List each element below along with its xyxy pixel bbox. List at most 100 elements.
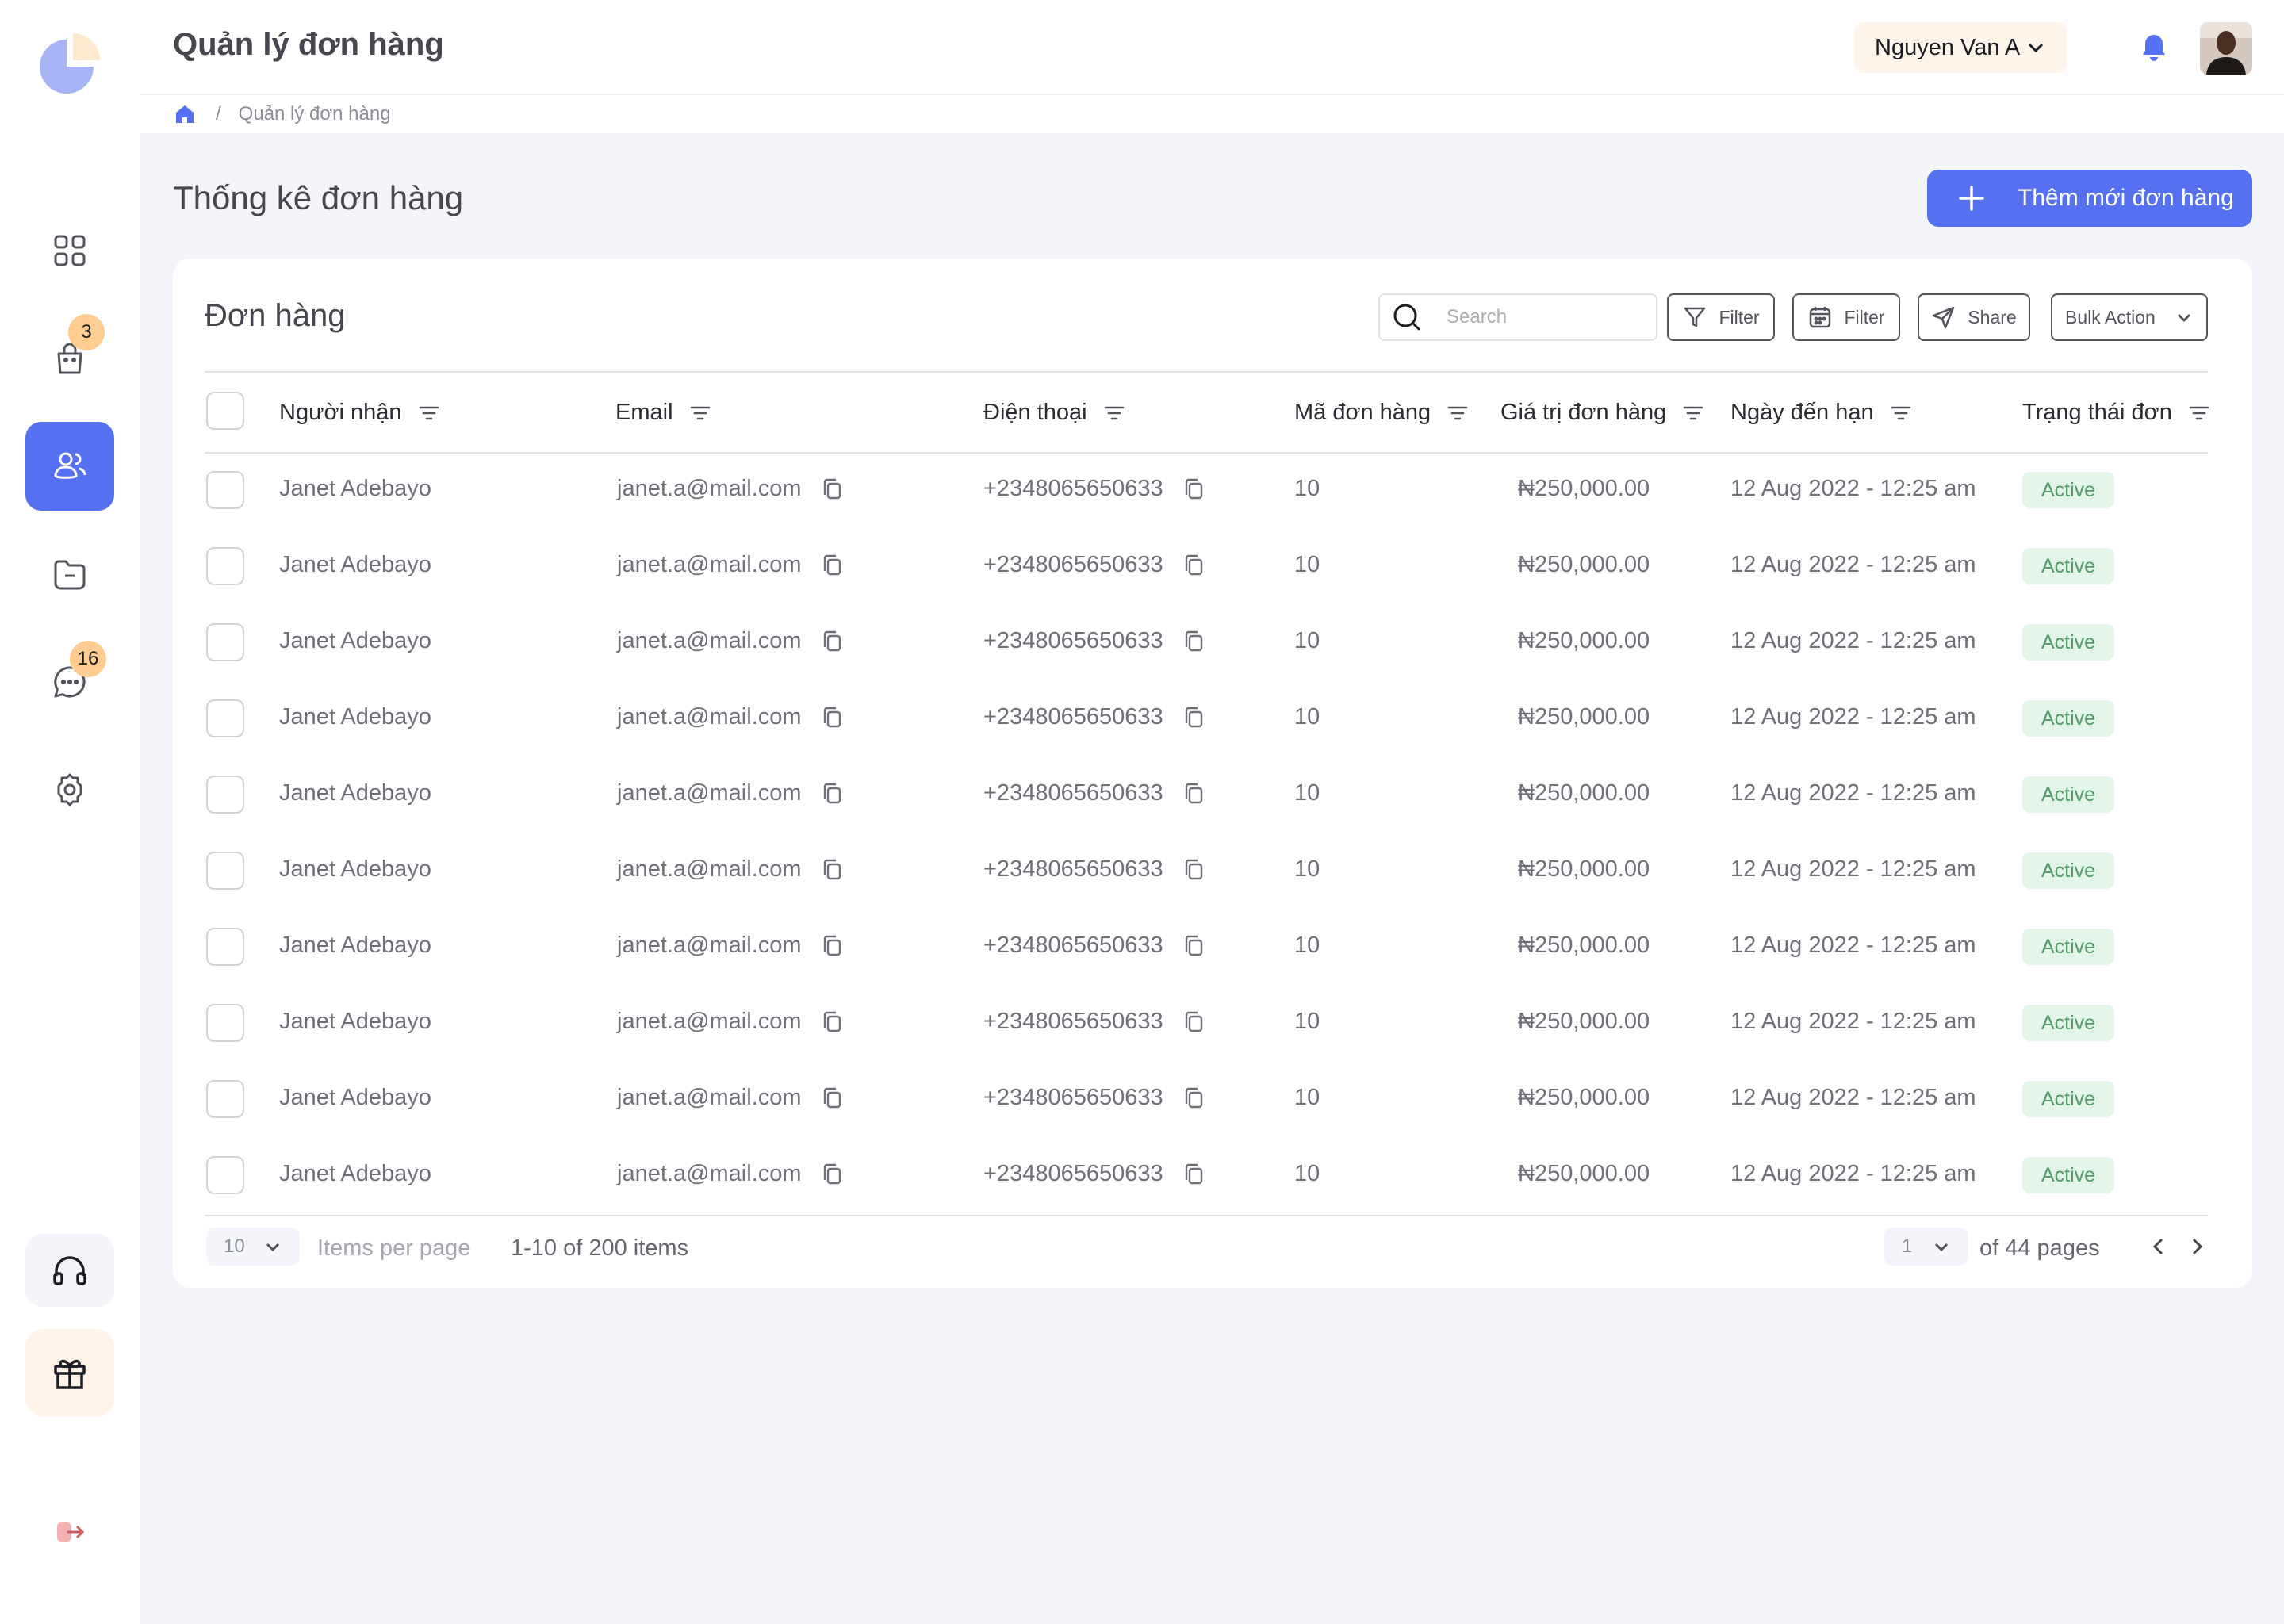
add-order-button[interactable]: Thêm mới đơn hàng	[1927, 170, 2252, 227]
row-checkbox[interactable]	[206, 471, 244, 509]
row-checkbox[interactable]	[206, 623, 244, 661]
order-value: ₦250,000.00	[1518, 1161, 1650, 1186]
gift-button[interactable]	[25, 1329, 114, 1416]
col-due-date[interactable]: Ngày đến hạn	[1730, 400, 1912, 426]
column-label: Người nhận	[279, 400, 402, 425]
nav-dashboard[interactable]	[25, 206, 114, 295]
next-page-icon[interactable]	[2182, 1232, 2211, 1261]
table-title: Đơn hàng	[205, 298, 346, 333]
order-id: 10	[1294, 476, 1320, 501]
row-checkbox[interactable]	[206, 776, 244, 814]
recipient-name: Janet Adebayo	[279, 1009, 431, 1034]
col-recipient[interactable]: Người nhận	[279, 400, 440, 426]
nav-customers[interactable]	[25, 422, 114, 511]
col-status[interactable]: Trạng thái đơn	[2022, 400, 2210, 426]
filter-icon	[1684, 307, 1706, 327]
sort-filter-icon[interactable]	[1447, 404, 1469, 423]
order-id: 10	[1294, 1161, 1320, 1186]
phone-cell: +2348065650633	[983, 1161, 1205, 1187]
status-badge: Active	[2022, 1081, 2114, 1117]
recipient-name: Janet Adebayo	[279, 856, 431, 882]
row-checkbox[interactable]	[206, 699, 244, 737]
filter-button[interactable]: Filter	[1667, 293, 1775, 341]
copy-icon[interactable]	[821, 706, 843, 730]
sort-filter-icon[interactable]	[1682, 404, 1704, 423]
date-filter-button[interactable]: Filter	[1792, 293, 1900, 341]
breadcrumb-separator: /	[216, 103, 221, 124]
sort-filter-icon[interactable]	[689, 404, 711, 423]
status-badge: Active	[2022, 852, 2114, 889]
sort-filter-icon[interactable]	[1103, 404, 1125, 423]
due-date: 12 Aug 2022 - 12:25 am	[1730, 1009, 1976, 1034]
nav-messages[interactable]: 16	[25, 638, 114, 726]
status-badge: Active	[2022, 548, 2114, 584]
copy-icon[interactable]	[1182, 934, 1205, 958]
copy-icon[interactable]	[821, 934, 843, 958]
nav-settings[interactable]	[25, 745, 114, 834]
copy-icon[interactable]	[1182, 477, 1205, 501]
items-per-page-select[interactable]: 10	[206, 1228, 300, 1266]
column-label: Email	[615, 400, 673, 425]
copy-icon[interactable]	[1182, 1162, 1205, 1186]
breadcrumb-current[interactable]: Quản lý đơn hàng	[239, 103, 391, 125]
support-button[interactable]	[25, 1234, 114, 1307]
row-checkbox[interactable]	[206, 1004, 244, 1042]
select-all-checkbox[interactable]	[206, 392, 244, 430]
sort-filter-icon[interactable]	[418, 404, 440, 423]
col-order-value[interactable]: Giá trị đơn hàng	[1500, 400, 1704, 426]
due-date: 12 Aug 2022 - 12:25 am	[1730, 1161, 1976, 1186]
col-email[interactable]: Email	[615, 400, 711, 426]
user-dropdown[interactable]: Nguyen Van A	[1854, 22, 2067, 73]
row-checkbox[interactable]	[206, 1156, 244, 1194]
page-select[interactable]: 1	[1884, 1228, 1968, 1266]
copy-icon[interactable]	[1182, 553, 1205, 577]
search-placeholder: Search	[1447, 306, 1508, 327]
copy-icon[interactable]	[821, 477, 843, 501]
items-per-page-label: Items per page	[317, 1235, 471, 1261]
row-checkbox[interactable]	[206, 547, 244, 585]
copy-icon[interactable]	[821, 1086, 843, 1110]
avatar[interactable]	[2200, 22, 2252, 75]
copy-icon[interactable]	[1182, 630, 1205, 653]
email-text: janet.a@mail.com	[617, 1085, 802, 1110]
bulk-action-dropdown[interactable]: Bulk Action	[2051, 293, 2208, 341]
status-badge: Active	[2022, 624, 2114, 661]
copy-icon[interactable]	[821, 1010, 843, 1034]
items-range-text: 1-10 of 200 items	[511, 1235, 689, 1261]
nav-orders[interactable]: 3	[25, 314, 114, 403]
copy-icon[interactable]	[821, 782, 843, 806]
bell-icon[interactable]	[2138, 32, 2170, 63]
chevron-down-icon	[2028, 43, 2044, 53]
copy-icon[interactable]	[821, 1162, 843, 1186]
recipient-name: Janet Adebayo	[279, 780, 431, 806]
email-text: janet.a@mail.com	[617, 628, 802, 653]
sort-filter-icon[interactable]	[2188, 404, 2210, 423]
copy-icon[interactable]	[1182, 706, 1205, 730]
search-input[interactable]: Search	[1378, 293, 1657, 341]
copy-icon[interactable]	[1182, 1010, 1205, 1034]
row-checkbox[interactable]	[206, 928, 244, 966]
order-id: 10	[1294, 1009, 1320, 1034]
prev-page-icon[interactable]	[2144, 1232, 2173, 1261]
row-checkbox[interactable]	[206, 1080, 244, 1118]
copy-icon[interactable]	[1182, 1086, 1205, 1110]
copy-icon[interactable]	[821, 553, 843, 577]
order-value: ₦250,000.00	[1518, 704, 1650, 730]
phone-cell: +2348065650633	[983, 628, 1205, 654]
copy-icon[interactable]	[821, 858, 843, 882]
col-order-id[interactable]: Mã đơn hàng	[1294, 400, 1469, 426]
share-button[interactable]: Share	[1918, 293, 2030, 341]
home-icon[interactable]	[173, 102, 197, 126]
order-id: 10	[1294, 628, 1320, 653]
nav-files[interactable]	[25, 530, 114, 619]
share-label: Share	[1968, 306, 2017, 327]
col-phone[interactable]: Điện thoại	[983, 400, 1125, 426]
copy-icon[interactable]	[1182, 858, 1205, 882]
logout-button[interactable]	[25, 1488, 114, 1576]
order-id: 10	[1294, 552, 1320, 577]
row-checkbox[interactable]	[206, 852, 244, 890]
copy-icon[interactable]	[1182, 782, 1205, 806]
copy-icon[interactable]	[821, 630, 843, 653]
logo-icon	[40, 33, 100, 94]
sort-filter-icon[interactable]	[1890, 404, 1912, 423]
